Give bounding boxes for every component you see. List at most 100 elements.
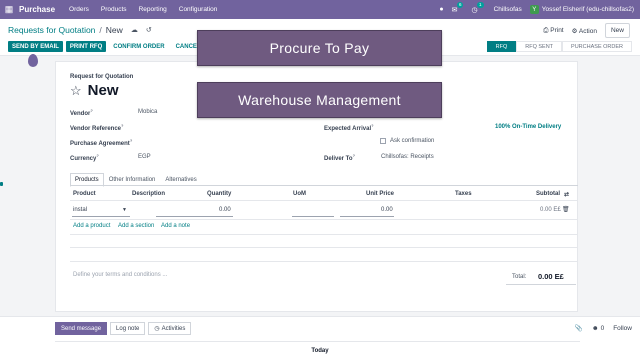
vendor-field[interactable]: Mobica bbox=[138, 109, 157, 115]
company-switcher[interactable]: Chillsofas bbox=[494, 6, 522, 13]
avatar: Y bbox=[529, 5, 539, 14]
total-label: Total: bbox=[512, 274, 527, 280]
deliver-to-help-icon[interactable]: ? bbox=[353, 153, 355, 158]
quantity-underline bbox=[156, 216, 233, 217]
trash-icon[interactable]: 🗑 bbox=[562, 206, 570, 213]
log-note-button[interactable]: Log note bbox=[110, 322, 146, 335]
add-section-link[interactable]: Add a section bbox=[118, 223, 154, 229]
col-description[interactable]: Description bbox=[132, 191, 165, 197]
send-message-button[interactable]: Send message bbox=[55, 322, 108, 335]
expected-arrival-help-icon[interactable]: ? bbox=[371, 123, 373, 128]
status-rfq-sent[interactable]: RFQ Sent bbox=[516, 41, 563, 52]
status-bar: RFQ RFQ Sent Purchase Order bbox=[486, 41, 632, 52]
unit-price-input[interactable]: 0.00 bbox=[381, 207, 393, 213]
activities-clock-icon[interactable]: ◷ 1 bbox=[471, 1, 484, 14]
purchase-agreement-label-text: Purchase Agreement bbox=[70, 141, 130, 147]
column-settings-icon[interactable]: ⇄ bbox=[564, 191, 569, 198]
row-divider-3 bbox=[70, 247, 578, 248]
left-edge-marker bbox=[0, 182, 3, 186]
action-menu[interactable]: ⚙ Action bbox=[572, 27, 597, 35]
save-cloud-icon[interactable]: ☁ bbox=[131, 26, 138, 34]
tab-divider bbox=[70, 185, 578, 186]
uom-underline bbox=[292, 216, 334, 217]
row-divider-2 bbox=[70, 234, 578, 235]
ask-confirmation-label: Ask confirmation bbox=[390, 138, 435, 144]
terms-field[interactable]: Define your terms and conditions ... bbox=[73, 272, 167, 278]
user-icon: ☻ bbox=[591, 324, 599, 332]
debug-bug-icon[interactable]: ● bbox=[439, 6, 443, 13]
col-unit-price[interactable]: Unit Price bbox=[366, 191, 394, 197]
followers-count: 0 bbox=[600, 324, 605, 332]
confirm-order-button[interactable]: Confirm Order bbox=[109, 41, 169, 52]
doc-title: ☆ New bbox=[70, 82, 119, 99]
row-divider-4 bbox=[70, 261, 578, 262]
currency-field[interactable]: EGP bbox=[138, 154, 151, 160]
chatter-divider bbox=[55, 341, 580, 342]
gear-icon: ⚙ bbox=[571, 27, 578, 35]
purchase-agreement-help-icon[interactable]: ? bbox=[130, 138, 132, 143]
vendor-help-icon[interactable]: ? bbox=[90, 108, 92, 113]
row-divider bbox=[70, 219, 578, 220]
vendor-reference-help-icon[interactable]: ? bbox=[121, 123, 123, 128]
deliver-to-field[interactable]: Chillsofas: Receipts bbox=[381, 154, 434, 160]
purchase-agreement-label: Purchase Agreement? bbox=[70, 138, 132, 147]
user-menu[interactable]: Y Yossef Elsherif (edu-chillsofas2) bbox=[529, 5, 634, 14]
menu-products[interactable]: Products bbox=[101, 6, 127, 13]
today-separator: Today bbox=[311, 348, 329, 354]
send-by-email-button[interactable]: Send by Email bbox=[8, 41, 63, 52]
expected-arrival-label-text: Expected Arrival bbox=[324, 126, 372, 132]
followers-button[interactable]: ☻ 0 bbox=[592, 325, 604, 332]
app-brand[interactable]: Purchase bbox=[19, 5, 55, 14]
overlay-banner-procure-to-pay: Procure To Pay bbox=[197, 30, 442, 66]
purchase-agreement-field[interactable] bbox=[138, 138, 298, 146]
user-name: Yossef Elsherif (edu-chillsofas2) bbox=[541, 6, 634, 13]
follow-button[interactable]: Follow bbox=[613, 325, 632, 332]
menu-reporting[interactable]: Reporting bbox=[139, 6, 167, 13]
paperclip-icon[interactable]: 📎 bbox=[575, 324, 583, 332]
col-subtotal[interactable]: Subtotal bbox=[536, 191, 560, 197]
breadcrumb-current: New bbox=[105, 25, 123, 35]
col-quantity[interactable]: Quantity bbox=[207, 191, 231, 197]
status-rfq[interactable]: RFQ bbox=[486, 41, 517, 52]
col-product[interactable]: Product bbox=[73, 191, 96, 197]
status-purchase-order[interactable]: Purchase Order bbox=[562, 41, 632, 52]
new-button[interactable]: New bbox=[604, 23, 630, 38]
menu-configuration[interactable]: Configuration bbox=[179, 6, 218, 13]
vendor-label: Vendor? bbox=[70, 108, 93, 117]
ask-confirmation-checkbox[interactable] bbox=[380, 138, 386, 144]
breadcrumb-parent[interactable]: Requests for Quotation bbox=[8, 25, 95, 35]
messages-icon[interactable]: ✉ 6 bbox=[452, 1, 464, 14]
discard-undo-icon[interactable]: ↺ bbox=[146, 26, 152, 34]
quantity-input[interactable]: 0.00 bbox=[219, 207, 231, 213]
star-icon[interactable]: ☆ bbox=[70, 83, 82, 99]
top-navbar: ▦ Purchase Orders Products Reporting Con… bbox=[0, 0, 640, 19]
product-input-underline bbox=[72, 216, 130, 217]
print-rfq-button[interactable]: Print RFQ bbox=[65, 41, 107, 52]
add-product-link[interactable]: Add a product bbox=[73, 223, 110, 229]
print-icon: ⎙ bbox=[543, 26, 549, 34]
col-taxes[interactable]: Taxes bbox=[455, 191, 472, 197]
vendor-reference-label-text: Vendor Reference bbox=[70, 126, 122, 132]
product-dropdown-icon[interactable]: ▼ bbox=[122, 207, 127, 213]
action-buttons: Send by Email Print RFQ Confirm Order Ca… bbox=[8, 41, 205, 52]
apps-grid-icon[interactable]: ▦ bbox=[2, 4, 16, 15]
menu-orders[interactable]: Orders bbox=[69, 6, 89, 13]
col-uom[interactable]: UoM bbox=[293, 191, 306, 197]
chatter-buttons: Send message Log note ◷ Activities bbox=[55, 322, 192, 335]
print-menu[interactable]: ⎙ Print bbox=[543, 27, 563, 35]
activities-button[interactable]: ◷ Activities bbox=[148, 322, 192, 335]
total-divider bbox=[506, 284, 576, 285]
vendor-reference-field[interactable] bbox=[138, 123, 298, 131]
add-note-link[interactable]: Add a note bbox=[161, 223, 190, 229]
header-divider bbox=[70, 200, 578, 201]
currency-label: Currency? bbox=[70, 153, 99, 162]
on-time-delivery-link[interactable]: 100% On-Time Delivery bbox=[495, 124, 561, 130]
product-input[interactable]: instal bbox=[73, 207, 87, 213]
currency-help-icon[interactable]: ? bbox=[96, 153, 98, 158]
expected-arrival-field[interactable] bbox=[381, 123, 481, 131]
pointer-marker bbox=[28, 54, 38, 67]
doc-type-label: Request for Quotation bbox=[70, 74, 134, 80]
breadcrumb: Requests for Quotation / New ☁ ↺ bbox=[8, 25, 152, 35]
deliver-to-label: Deliver To? bbox=[324, 153, 355, 162]
overlay-banner-warehouse-management: Warehouse Management bbox=[197, 82, 442, 118]
